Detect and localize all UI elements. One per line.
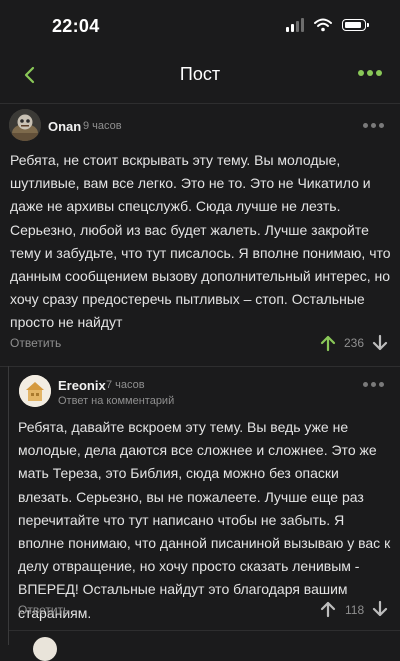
upvote-arrow-icon[interactable]: [318, 599, 338, 619]
avatar[interactable]: [19, 375, 51, 407]
status-bar: 22:04: [0, 0, 400, 52]
reply-hint[interactable]: Ответ на комментарий: [58, 395, 174, 407]
battery-icon: [342, 19, 369, 31]
page-title: Пост: [179, 64, 221, 84]
comment-author[interactable]: Onan: [48, 119, 81, 134]
signal-icon: [286, 18, 304, 32]
reply-button[interactable]: Ответить: [18, 603, 69, 617]
comment-score: 236: [344, 336, 365, 350]
downvote-arrow-icon[interactable]: [370, 599, 390, 619]
comment-reply: Ereonix 7 часов Ответ на комментарий Реб…: [0, 367, 400, 629]
reply-button[interactable]: Ответить: [10, 336, 61, 350]
downvote-arrow-icon[interactable]: [370, 333, 390, 353]
more-icon[interactable]: [358, 70, 382, 76]
comment-time: 7 часов: [106, 379, 145, 391]
nav-bar: Пост: [0, 52, 400, 100]
comment: Onan 9 часов Ребята, не стоит вскрывать …: [0, 104, 400, 366]
comment-author[interactable]: Ereonix: [58, 378, 106, 393]
avatar[interactable]: [9, 109, 41, 141]
divider: [9, 630, 400, 631]
comment-text: Ребята, не стоит вскрывать эту тему. Вы …: [10, 152, 391, 331]
more-icon[interactable]: [363, 382, 384, 387]
comment-score: 118: [345, 603, 365, 617]
wifi-icon: [314, 18, 332, 32]
comment-text: Ребята, давайте вскроем эту тему. Вы вед…: [18, 419, 391, 621]
status-time: 22:04: [52, 16, 100, 36]
comment-time: 9 часов: [83, 120, 122, 132]
upvote-arrow-icon[interactable]: [318, 333, 338, 353]
avatar[interactable]: [33, 637, 57, 661]
more-icon[interactable]: [363, 123, 384, 128]
